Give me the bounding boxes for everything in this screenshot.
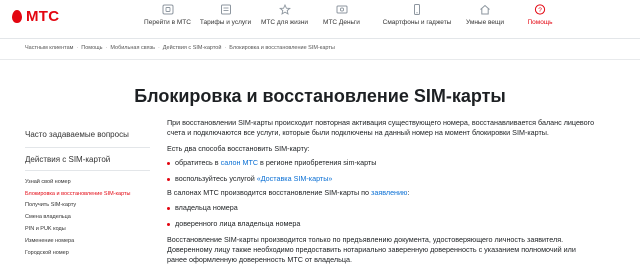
- smartphone-icon: [414, 4, 420, 15]
- nav-item-help[interactable]: ? Помощь: [510, 4, 570, 36]
- intro-line: При восстановлении SIM-карты происходит …: [167, 118, 595, 127]
- breadcrumb-current: Блокировка и восстановление SIM-карты: [229, 45, 335, 51]
- svg-text:?: ?: [538, 7, 542, 14]
- bullet-icon: [167, 223, 170, 226]
- header-divider: [0, 59, 640, 60]
- sidebar-item-find-number[interactable]: Узнай свой номер: [25, 179, 71, 186]
- breadcrumb-item[interactable]: Помощь: [81, 45, 102, 51]
- nav-label: Помощь: [527, 19, 553, 26]
- text-part: :: [407, 188, 410, 197]
- sidebar-divider: [25, 170, 150, 171]
- sidebar-divider: [25, 147, 150, 148]
- money-icon: [336, 5, 347, 14]
- logo-text: МТС: [26, 8, 60, 25]
- tariffs-icon: [220, 4, 231, 15]
- list-item-text-part: обратитесь в: [175, 158, 221, 167]
- sidebar-section-heading[interactable]: Действия с SIM-картой: [25, 155, 110, 164]
- text-part: В салонах МТС производится восстановлени…: [167, 188, 372, 197]
- sidebar-item-pin-puk[interactable]: PIN и PUK коды: [25, 226, 66, 233]
- mts-logo[interactable]: МТС: [12, 9, 59, 24]
- breadcrumb-separator: ·: [157, 45, 160, 51]
- list-item-text: владельца номера: [175, 203, 238, 212]
- list-item-text: доверенного лица владельца номера: [175, 219, 301, 228]
- breadcrumb-separator: ·: [105, 45, 108, 51]
- final-line: Восстановление SIM-карты производится то…: [167, 235, 564, 244]
- mts-egg-icon: [12, 10, 22, 23]
- sidebar-item-change-owner[interactable]: Смена владельца: [25, 214, 71, 221]
- nav-item-mts-money[interactable]: МТС Деньги: [304, 4, 379, 36]
- breadcrumb-item[interactable]: Частным клиентам: [25, 45, 73, 51]
- list-item: обратитесь в салон МТС в регионе приобре…: [167, 158, 597, 168]
- ways-heading: Есть два способа восстановить SIM-карту:: [167, 144, 310, 153]
- sidebar-item-block-restore-sim[interactable]: Блокировка и восстановление SIM-карты: [25, 191, 131, 198]
- list-item: воспользуйтесь услугой «Доставка SIM-кар…: [167, 174, 597, 184]
- sidebar-item-change-number[interactable]: Изменение номера: [25, 238, 74, 245]
- bullet-icon: [167, 207, 170, 210]
- nav-label: МТС Деньги: [323, 19, 360, 26]
- application-link[interactable]: заявлению: [371, 188, 407, 197]
- final-line: ранее оформленную доверенность МТС от вл…: [167, 255, 352, 264]
- page-title: Блокировка и восстановление SIM-карты: [134, 86, 506, 107]
- breadcrumb-item[interactable]: Действия с SIM-картой: [163, 45, 222, 51]
- intro-line: счета и подключаются все услуги, которые…: [167, 128, 549, 137]
- bullet-icon: [167, 162, 170, 165]
- final-line: Доверенному лицу также необходимо предос…: [167, 245, 576, 254]
- sim-icon: [162, 4, 173, 15]
- list-item-text-part: в регионе приобретения sim-карты: [258, 158, 377, 167]
- smart-home-icon: [480, 4, 490, 15]
- list-item-text-part: воспользуйтесь услугой: [175, 174, 257, 183]
- sidebar-item-get-sim[interactable]: Получить SIM-карту: [25, 202, 76, 209]
- breadcrumb-separator: ·: [76, 45, 79, 51]
- breadcrumb-separator: ·: [224, 45, 227, 51]
- salon-mts-link[interactable]: салон МТС: [221, 158, 258, 167]
- list-item: доверенного лица владельца номера: [167, 219, 597, 229]
- breadcrumb-item[interactable]: Мобильная связь: [110, 45, 155, 51]
- list-item: владельца номера: [167, 203, 597, 213]
- salons-paragraph: В салонах МТС производится восстановлени…: [167, 188, 409, 198]
- nav-item-smartphones[interactable]: Смартфоны и гаджеты: [372, 4, 462, 36]
- bullet-icon: [167, 178, 170, 181]
- list-item-text: воспользуйтесь услугой «Доставка SIM-кар…: [175, 174, 332, 184]
- sim-delivery-link[interactable]: «Доставка SIM-карты»: [257, 174, 333, 183]
- help-icon: ?: [534, 4, 546, 15]
- header: МТС Перейти в МТС Тарифы и услуги МТС дл…: [0, 0, 640, 39]
- breadcrumb: Частным клиентам · Помощь · Мобильная связь ·…: [25, 45, 335, 52]
- faq-link[interactable]: Часто задаваемые вопросы: [25, 130, 129, 139]
- nav-label: Смартфоны и гаджеты: [382, 19, 452, 26]
- star-icon: [278, 4, 291, 15]
- sidebar-item-city-number[interactable]: Городской номер: [25, 250, 69, 257]
- list-item-text: обратитесь в салон МТС в регионе приобре…: [175, 158, 376, 168]
